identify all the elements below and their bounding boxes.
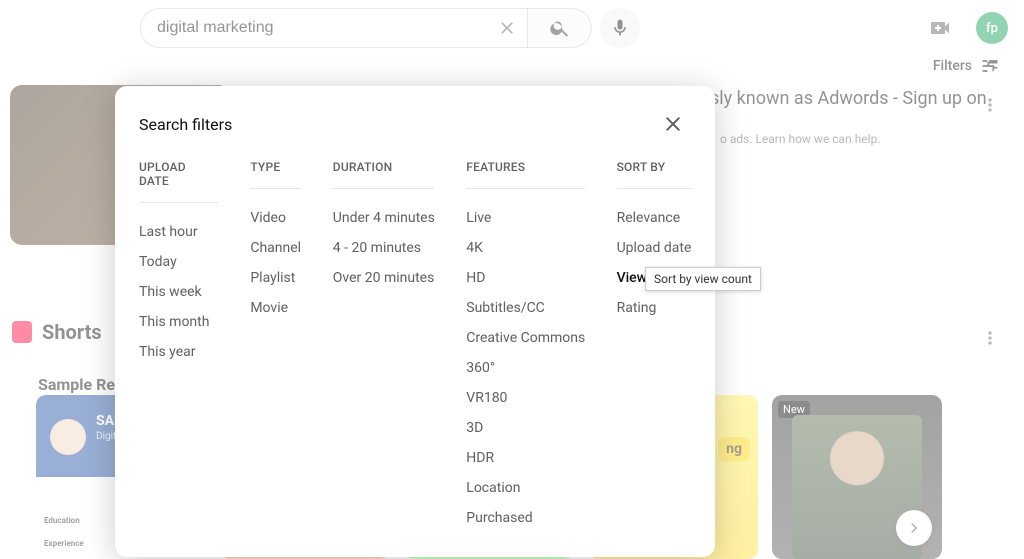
close-icon [497,18,517,38]
shorts-header: Shorts [12,320,102,344]
filter-item-creative-commons[interactable]: Creative Commons [466,323,584,353]
filters-button-label: Filters [933,58,972,74]
clear-search-button[interactable] [491,12,523,44]
filter-item-over-20[interactable]: Over 20 minutes [333,263,435,293]
filter-item-live[interactable]: Live [466,203,584,233]
filter-item-location[interactable]: Location [466,473,584,503]
tooltip: Sort by view count [645,267,761,291]
filter-col-features: FEATURES Live 4K HD Subtitles/CC Creativ… [466,160,584,533]
header: fp [0,0,1024,56]
modal-header: Search filters [139,106,691,142]
short-card[interactable]: New [772,395,942,559]
filters-row: Filters [0,56,1024,84]
filter-item-purchased[interactable]: Purchased [466,503,584,533]
header-right: fp [920,8,1008,48]
create-button[interactable] [920,8,960,48]
filter-header: UPLOAD DATE [139,160,218,203]
filter-col-upload-date: UPLOAD DATE Last hour Today This week Th… [139,160,218,533]
shorts-icon [12,321,32,343]
mic-icon [610,18,630,38]
filter-item-hd[interactable]: HD [466,263,584,293]
filter-header: FEATURES [466,160,584,189]
short-tag: ng [718,437,750,461]
resume-body: Education Experience [44,515,84,549]
filter-item-this-week[interactable]: This week [139,277,218,307]
short-title-1: Sample Re [38,375,115,394]
search-button[interactable] [528,8,592,48]
filter-col-duration: DURATION Under 4 minutes 4 - 20 minutes … [333,160,435,533]
more-vert-icon [980,328,1000,348]
filter-item-this-year[interactable]: This year [139,337,218,367]
filter-grid: UPLOAD DATE Last hour Today This week Th… [139,160,691,533]
filter-col-type: TYPE Video Channel Playlist Movie [250,160,300,533]
avatar[interactable]: fp [976,12,1008,44]
more-vert-icon [980,95,1000,115]
promo-menu-button[interactable] [980,95,1000,115]
filter-item-vr180[interactable]: VR180 [466,383,584,413]
filter-item-video[interactable]: Video [250,203,300,233]
create-icon [928,16,952,40]
filter-header: TYPE [250,160,300,189]
voice-search-button[interactable] [600,8,640,48]
filter-item-upload-date[interactable]: Upload date [617,233,691,263]
promo-subtitle: o ads. Learn how we can help. [720,132,880,146]
close-icon [661,112,685,136]
filters-button[interactable]: Filters [933,56,1000,76]
filter-item-movie[interactable]: Movie [250,293,300,323]
filter-item-under-4[interactable]: Under 4 minutes [333,203,435,233]
filter-item-relevance[interactable]: Relevance [617,203,691,233]
search-wrap [140,8,640,48]
filter-item-playlist[interactable]: Playlist [250,263,300,293]
filter-item-subtitles[interactable]: Subtitles/CC [466,293,584,323]
search-input[interactable] [157,19,491,37]
filter-item-rating[interactable]: Rating [617,293,691,323]
new-badge: New [778,401,810,418]
tune-icon [980,56,1000,76]
shorts-menu-button[interactable] [980,328,1000,348]
chevron-right-icon [904,518,924,538]
filter-item-4k[interactable]: 4K [466,233,584,263]
filter-header: SORT BY [617,160,691,189]
filter-item-this-month[interactable]: This month [139,307,218,337]
modal-close-button[interactable] [655,106,691,142]
filter-item-360[interactable]: 360° [466,353,584,383]
filter-item-3d[interactable]: 3D [466,413,584,443]
filter-item-channel[interactable]: Channel [250,233,300,263]
person-image [792,415,922,559]
promo-title: sly known as Adwords - Sign up on [710,88,987,109]
filter-col-sort-by: SORT BY Relevance Upload date View count… [617,160,691,533]
filter-item-last-hour[interactable]: Last hour [139,217,218,247]
modal-title: Search filters [139,115,232,134]
shorts-next-button[interactable] [896,510,932,546]
search-box [140,8,528,48]
shorts-label: Shorts [42,320,102,344]
filter-item-4-20[interactable]: 4 - 20 minutes [333,233,435,263]
filter-header: DURATION [333,160,435,189]
search-filters-modal: Search filters UPLOAD DATE Last hour Tod… [115,86,715,557]
filter-item-today[interactable]: Today [139,247,218,277]
filter-item-hdr[interactable]: HDR [466,443,584,473]
search-icon [549,17,571,39]
avatar-image [50,419,86,455]
